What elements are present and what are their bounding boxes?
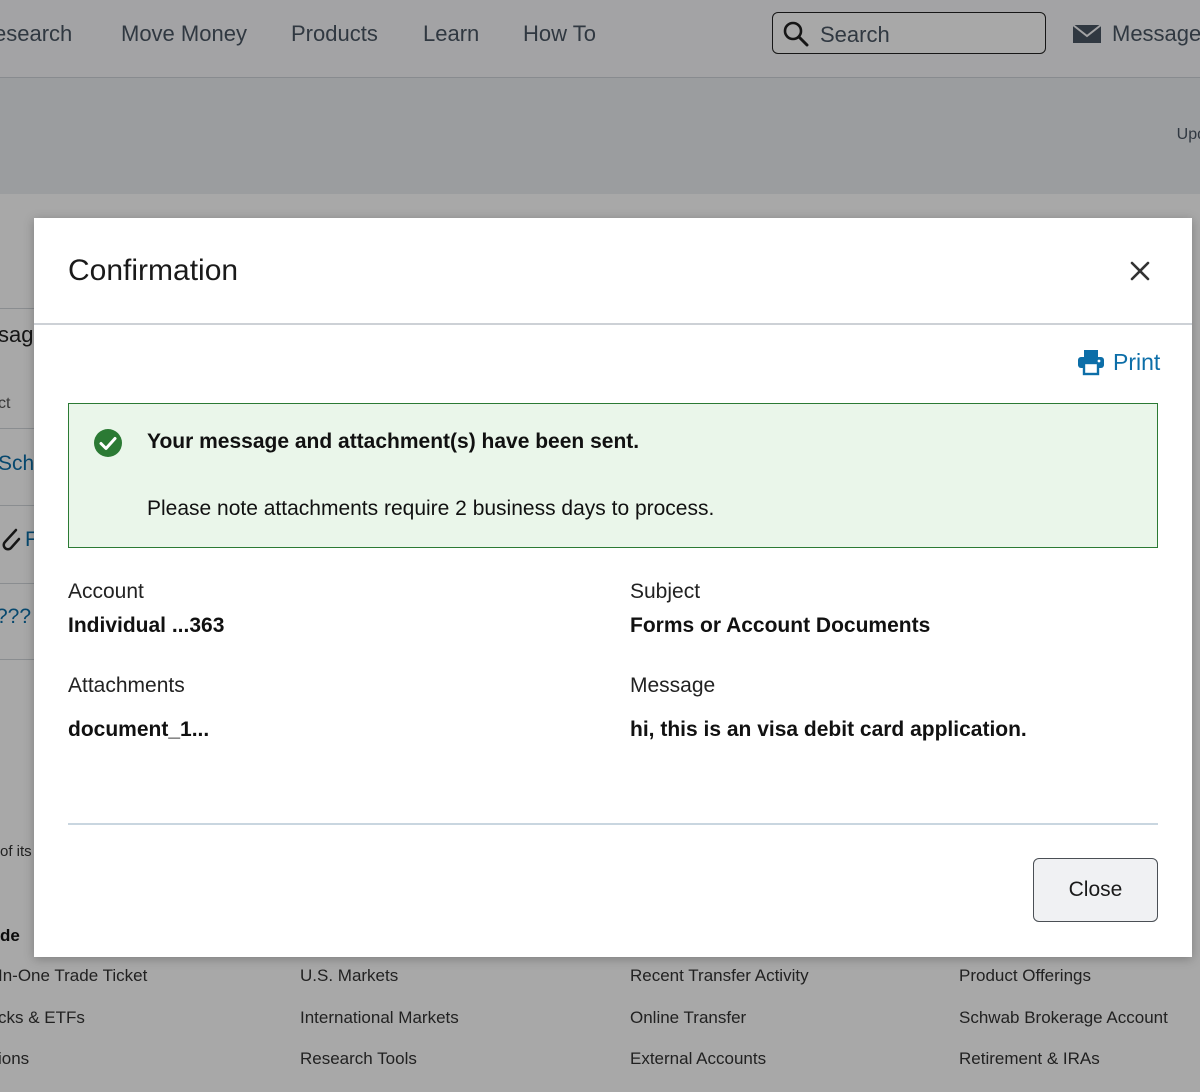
printer-icon bbox=[1078, 350, 1104, 376]
print-button[interactable]: Print bbox=[1077, 348, 1160, 376]
success-alert: Your message and attachment(s) have been… bbox=[68, 403, 1158, 548]
close-icon[interactable] bbox=[1125, 256, 1155, 286]
account-value: Individual ...363 bbox=[68, 614, 225, 637]
print-label: Print bbox=[1113, 349, 1161, 375]
account-label: Account bbox=[68, 580, 144, 603]
check-circle-icon bbox=[94, 429, 122, 457]
attachments-value: document_1... bbox=[68, 718, 210, 741]
dialog-header-divider bbox=[34, 323, 1192, 325]
alert-title: Your message and attachment(s) have been… bbox=[147, 430, 640, 453]
alert-body: Please note attachments require 2 busine… bbox=[147, 497, 715, 520]
subject-label: Subject bbox=[630, 580, 701, 603]
subject-value: Forms or Account Documents bbox=[630, 614, 931, 637]
dialog-title: Confirmation bbox=[68, 254, 239, 287]
attachments-label: Attachments bbox=[68, 674, 185, 697]
close-button[interactable]: Close bbox=[1033, 858, 1158, 922]
message-value: hi, this is an visa debit card applicati… bbox=[630, 718, 1027, 741]
confirmation-dialog: Confirmation Print Your message and atta… bbox=[34, 218, 1192, 957]
message-label: Message bbox=[630, 674, 716, 697]
dialog-footer-divider bbox=[68, 823, 1158, 825]
